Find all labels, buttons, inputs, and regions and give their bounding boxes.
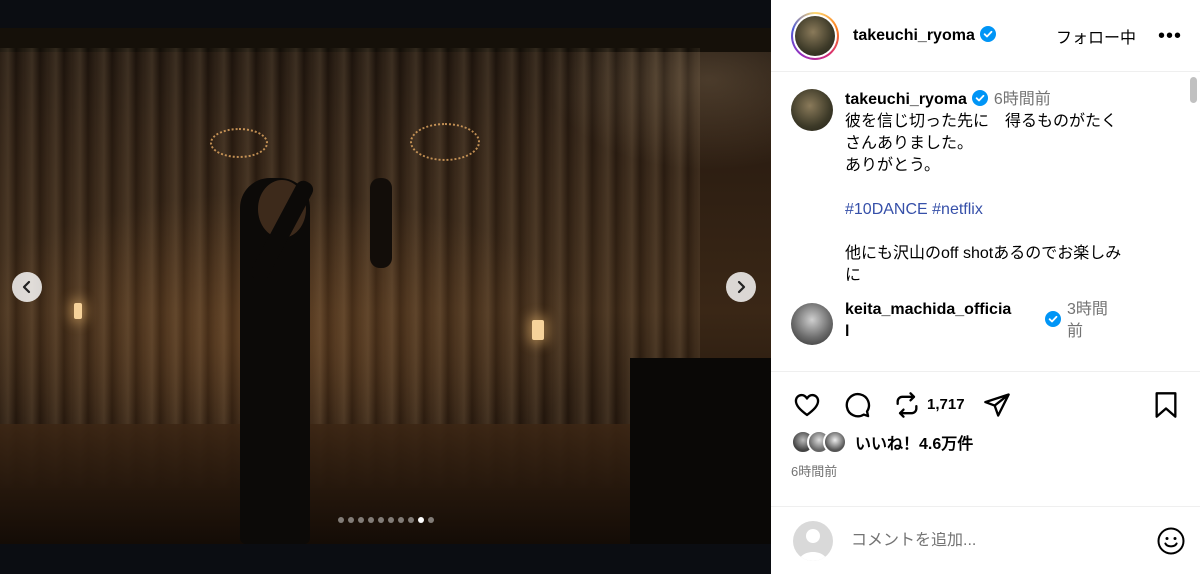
author-avatar[interactable] <box>791 11 839 60</box>
comments-list[interactable]: takeuchi_ryoma 6時間前 彼を信じ切った先に 得るものがたく さんあ… <box>771 73 1200 370</box>
liker-avatar <box>823 430 847 454</box>
caption: takeuchi_ryoma 6時間前 彼を信じ切った先に 得るものがたく さんあ… <box>771 73 1200 287</box>
comment-time[interactable]: 3時間 <box>1067 299 1108 321</box>
comment-button[interactable] <box>841 389 873 421</box>
author-username-text[interactable]: takeuchi_ryoma <box>853 27 975 44</box>
repost-button[interactable] <box>891 389 923 421</box>
slide-dot <box>407 517 414 523</box>
caption-username[interactable]: takeuchi_ryoma <box>845 91 967 108</box>
following-button[interactable]: フォロー中 <box>1056 24 1136 48</box>
likes-count[interactable]: いいね！4.6万件 <box>855 430 973 454</box>
hashtag-link[interactable]: #netflix <box>932 201 983 218</box>
next-slide-button[interactable] <box>726 272 756 302</box>
slide-dot <box>397 517 404 523</box>
hashtag-link[interactable]: #10DANCE <box>845 201 928 218</box>
scrollbar[interactable] <box>1190 77 1197 103</box>
action-bar: 1,717 <box>771 371 1200 437</box>
repost-count[interactable]: 1,717 <box>927 396 965 413</box>
verified-badge-icon <box>1045 311 1061 327</box>
caption-avatar[interactable] <box>791 89 833 131</box>
verified-badge-icon <box>979 26 996 42</box>
repost-icon <box>896 391 918 418</box>
comment-username-cont[interactable]: l <box>845 321 1040 343</box>
post-panel: takeuchi_ryoma フォロー中 ••• takeuchi_ryoma 6… <box>771 0 1200 574</box>
comment-username[interactable]: keita_machida_officia <box>845 299 1040 321</box>
post-header: takeuchi_ryoma フォロー中 ••• <box>771 0 1200 72</box>
more-options-icon[interactable]: ••• <box>1158 26 1182 46</box>
slide-dot <box>357 517 364 523</box>
emoji-button[interactable] <box>1156 526 1186 556</box>
slide-dot <box>377 517 384 523</box>
post-photo <box>0 28 771 544</box>
slide-dot <box>417 517 424 523</box>
caption-line: さんありました。 <box>845 135 974 152</box>
comment-input[interactable] <box>851 531 1156 550</box>
bookmark-icon <box>1155 391 1177 418</box>
chevron-left-icon <box>22 280 31 294</box>
likes-summary[interactable]: いいね！4.6万件 <box>791 430 973 454</box>
comment-time-cont[interactable]: 前 <box>1067 321 1108 343</box>
chevron-right-icon <box>737 280 746 294</box>
caption-line: に <box>845 267 862 284</box>
share-icon <box>983 392 1010 417</box>
slide-dot <box>367 517 374 523</box>
comment-composer <box>771 506 1200 574</box>
post-timestamp[interactable]: 6時間前 <box>791 461 837 480</box>
user-placeholder-icon <box>799 528 827 561</box>
author-username[interactable]: takeuchi_ryoma <box>853 26 996 45</box>
comment-item: keita_machida_officia l 3時間 前 <box>771 287 1200 345</box>
verified-badge-icon <box>971 90 988 106</box>
slide-indicator <box>0 517 771 523</box>
slide-dot <box>347 517 354 523</box>
slide-dot <box>337 517 344 523</box>
caption-line: ありがとう。 <box>845 157 941 174</box>
comment-icon <box>845 392 871 417</box>
caption-line: 他にも沢山のoff shotあるのでお楽しみ <box>845 245 1122 262</box>
slide-dot <box>427 517 434 523</box>
current-user-avatar <box>793 520 833 561</box>
heart-icon <box>794 393 820 416</box>
caption-line: 彼を信じ切った先に 得るものがたく <box>845 113 1118 130</box>
caption-time[interactable]: 6時間前 <box>994 91 1051 108</box>
like-button[interactable] <box>791 389 823 421</box>
smiley-icon <box>1157 527 1185 554</box>
save-button[interactable] <box>1150 389 1182 421</box>
comment-avatar[interactable] <box>791 303 833 345</box>
slide-dot <box>387 517 394 523</box>
previous-slide-button[interactable] <box>12 272 42 302</box>
share-button[interactable] <box>981 389 1013 421</box>
post-media <box>0 0 771 574</box>
